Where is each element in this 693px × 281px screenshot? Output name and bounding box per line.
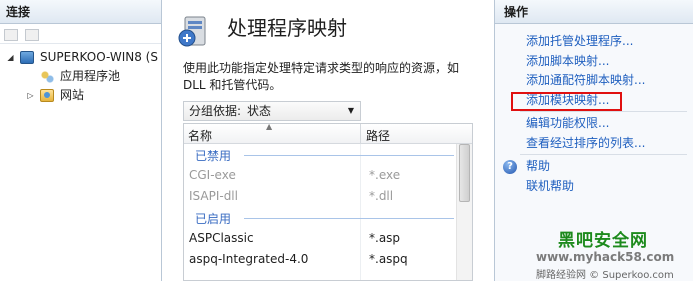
handler-name: ISAPI-dll: [189, 189, 238, 203]
action-add-module-mapping-wrap: 添加模块映射...: [495, 91, 693, 111]
vertical-scrollbar[interactable]: [456, 144, 472, 280]
connections-toolbar: [0, 24, 161, 44]
handler-name: aspq-Integrated-4.0: [189, 252, 309, 266]
feature-page: 处理程序映射 使用此功能指定处理特定请求类型的响应的资源，如 DLL 和托管代码…: [163, 0, 491, 281]
column-header-name[interactable]: 名称: [188, 127, 212, 144]
highlight-box: [511, 91, 622, 111]
tree-node-app-pools[interactable]: 应用程序池: [0, 67, 161, 86]
tree-label-server: SUPERKOO-WIN8 (S: [40, 50, 158, 64]
action-online-help[interactable]: 联机帮助: [495, 177, 693, 197]
connections-title: 连接: [0, 0, 161, 24]
group-header-disabled[interactable]: 已禁用: [184, 144, 472, 165]
tree-node-server[interactable]: ◢ SUPERKOO-WIN8 (S: [0, 48, 161, 67]
page-title: 处理程序映射: [227, 16, 347, 40]
group-label: 已禁用: [195, 149, 232, 163]
table-row[interactable]: CGI-exe *.exe: [184, 165, 472, 186]
column-header-path[interactable]: 路径: [366, 127, 390, 144]
action-view-ordered-list[interactable]: 查看经过排序的列表...: [495, 134, 693, 154]
tree-node-sites[interactable]: ▷ 网站: [0, 86, 161, 105]
handler-path: *.dll: [369, 189, 394, 203]
dropdown-arrow-icon[interactable]: ▼: [348, 102, 354, 120]
group-divider-line: [244, 155, 454, 156]
server-icon: [20, 51, 34, 64]
actions-list: 添加托管处理程序... 添加脚本映射... 添加通配符脚本映射... 添加模块映…: [495, 24, 693, 196]
table-row[interactable]: ASPClassic *.asp: [184, 228, 472, 249]
page-description: 使用此功能指定处理特定请求类型的响应的资源，如 DLL 和托管代码。: [183, 61, 460, 92]
connect-icon[interactable]: [4, 28, 18, 41]
group-header-enabled[interactable]: 已启用: [184, 207, 472, 228]
action-edit-feature-permissions[interactable]: 编辑功能权限...: [495, 114, 693, 134]
connections-tree: ◢ SUPERKOO-WIN8 (S 应用程序池 ▷ 网站: [0, 44, 161, 105]
sort-up-icon: ▲: [266, 123, 273, 131]
action-add-managed-handler[interactable]: 添加托管处理程序...: [495, 32, 693, 52]
handler-path: *.exe: [369, 168, 401, 182]
handler-list: ▲ 名称 路径 已禁用 CGI-exe *.exe ISAPI-dll *.dl…: [183, 123, 473, 281]
actions-separator: [520, 154, 687, 155]
help-icon: ?: [503, 160, 517, 174]
list-rows: 已禁用 CGI-exe *.exe ISAPI-dll *.dll 已启用 AS…: [184, 144, 472, 270]
group-by-value: 状态: [247, 104, 272, 118]
table-row[interactable]: aspq-Integrated-4.0 *.aspq: [184, 249, 472, 270]
list-header: ▲ 名称 路径: [184, 124, 472, 144]
table-row[interactable]: ISAPI-dll *.dll: [184, 186, 472, 207]
watermark-url: www.myhack58.com: [536, 250, 675, 264]
save-icon[interactable]: [24, 28, 39, 41]
app-pool-icon: [40, 70, 54, 83]
collapse-arrow-icon[interactable]: ◢: [6, 48, 15, 67]
connections-panel: 连接 ◢ SUPERKOO-WIN8 (S 应用程序池 ▷ 网站: [0, 0, 162, 281]
action-help-row: ? 帮助: [495, 157, 693, 177]
handler-path: *.asp: [369, 231, 401, 245]
handler-name: ASPClassic: [189, 231, 254, 245]
actions-separator: [520, 111, 687, 112]
actions-title: 操作: [495, 0, 693, 24]
expand-arrow-icon[interactable]: ▷: [26, 86, 35, 105]
watermark-caption: 脚路经验网 © Superkoo.com: [536, 270, 674, 281]
group-label: 已启用: [195, 212, 232, 226]
handler-name: CGI-exe: [189, 168, 236, 182]
group-by-label: 分组依据:: [189, 104, 242, 118]
group-divider-line: [244, 218, 454, 219]
handler-mappings-icon: [178, 16, 206, 47]
tree-label-app-pools: 应用程序池: [60, 69, 121, 83]
scrollbar-thumb[interactable]: [459, 144, 470, 202]
tree-label-sites: 网站: [60, 88, 85, 102]
action-add-script-map[interactable]: 添加脚本映射...: [495, 52, 693, 72]
action-add-wildcard-script-map[interactable]: 添加通配符脚本映射...: [495, 71, 693, 91]
watermark-brand: 黑吧安全网: [558, 231, 648, 251]
handler-path: *.aspq: [369, 252, 408, 266]
action-help[interactable]: 帮助: [526, 159, 550, 173]
column-divider[interactable]: [360, 124, 361, 144]
sites-folder-icon: [40, 89, 54, 102]
group-by-dropdown[interactable]: 分组依据: 状态 ▼: [183, 101, 361, 121]
